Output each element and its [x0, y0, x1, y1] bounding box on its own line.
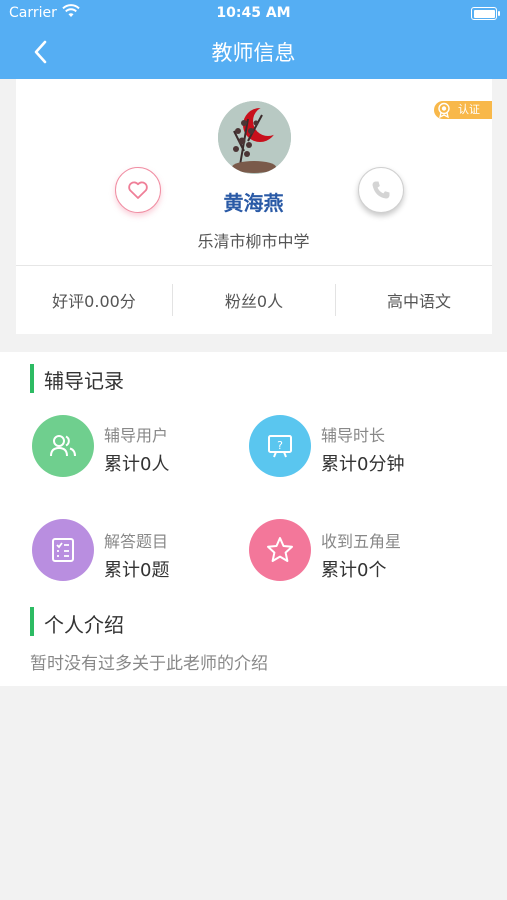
record-value: 累计0题 [104, 560, 170, 581]
record-label: 辅导用户 [104, 426, 169, 445]
svg-text:?: ? [277, 439, 283, 452]
records-title: 辅导记录 [44, 369, 124, 393]
section-accent-bar [30, 607, 34, 636]
question-board-icon: ? [249, 415, 311, 477]
rating-stat: 好评0.00分 [52, 292, 136, 311]
record-value: 累计0分钟 [321, 454, 405, 475]
navbar: 教师信息 [0, 26, 507, 79]
divider [16, 265, 492, 266]
intro-title: 个人介绍 [44, 613, 124, 637]
record-value: 累计0个 [321, 560, 387, 581]
record-label: 收到五角星 [321, 532, 402, 551]
record-label: 解答题目 [104, 532, 169, 551]
header: Carrier 10:45 AM 教师信息 [0, 0, 507, 79]
star-icon [249, 519, 311, 581]
page-title: 教师信息 [211, 41, 296, 65]
certificate-ribbon-icon [436, 102, 452, 119]
subject-stat: 高中语文 [386, 292, 451, 311]
badge-label: 认证 [458, 103, 480, 116]
section-accent-bar [30, 364, 34, 393]
record-value: 累计0人 [104, 454, 170, 475]
avatar[interactable] [218, 101, 291, 174]
battery-icon [471, 7, 500, 20]
record-label: 辅导时长 [321, 426, 386, 445]
checklist-icon [32, 519, 94, 581]
status-bar: Carrier 10:45 AM [0, 0, 507, 26]
card-wave-edge [16, 326, 492, 333]
intro-text: 暂时没有过多关于此老师的介绍 [30, 654, 268, 674]
status-time: 10:45 AM [216, 5, 291, 21]
school-name: 乐清市柳市中学 [197, 232, 310, 251]
fans-stat: 粉丝0人 [224, 292, 284, 311]
users-icon [32, 415, 94, 477]
certified-badge: 认证 [434, 101, 492, 119]
teacher-name: 黄海燕 [223, 191, 284, 215]
